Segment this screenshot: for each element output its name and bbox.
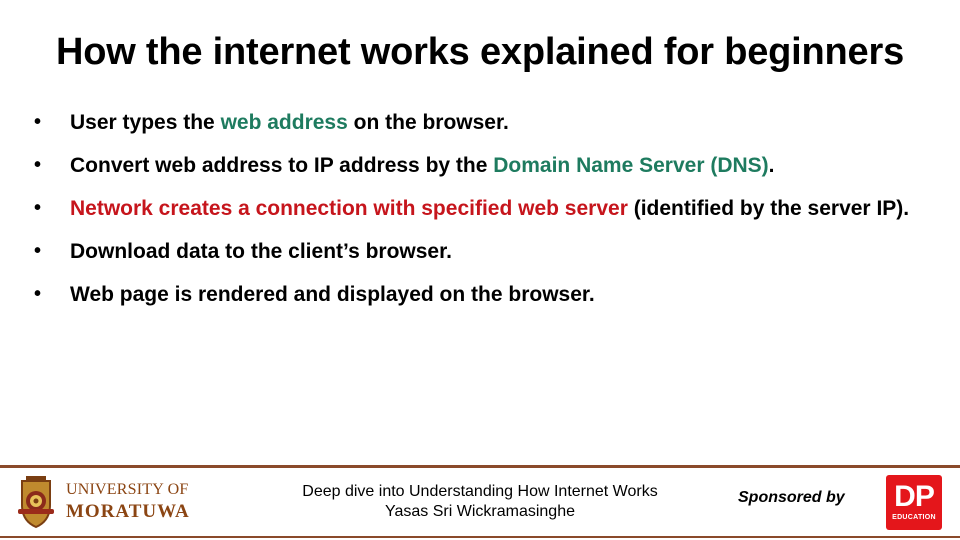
footer-divider-top <box>0 465 960 468</box>
author-name: Yasas Sri Wickramasinghe <box>385 503 575 520</box>
bullet-item: • Web page is rendered and displayed on … <box>34 273 934 316</box>
highlight-green: web address <box>220 111 348 134</box>
dp-logo-main: DP <box>894 480 935 513</box>
slide: How the internet works explained for beg… <box>0 0 960 540</box>
text-segment: Convert web address to IP address by the <box>70 154 494 177</box>
university-name-line1: UNIVERSITY OF <box>66 481 189 498</box>
bullet-marker: • <box>34 197 42 219</box>
dp-education-logo: DP EDUCATION <box>886 475 942 530</box>
university-name: UNIVERSITY OF MORATUWA <box>66 480 190 524</box>
bullet-item: • User types the web address on the brow… <box>34 101 934 144</box>
slide-title: How the internet works explained for beg… <box>55 31 905 73</box>
course-title: Deep dive into Understanding How Interne… <box>302 483 658 500</box>
text-segment: on the browser. <box>347 111 509 134</box>
university-name-line2: MORATUWA <box>66 501 190 522</box>
bullet-text: Network creates a connection with specif… <box>70 197 909 220</box>
bullet-item: • Convert web address to IP address by t… <box>34 144 934 187</box>
bullet-item: • Download data to the client’s browser. <box>34 230 934 273</box>
bullet-item: • Network creates a connection with spec… <box>34 187 934 230</box>
highlight-green: Domain Name Server (DNS) <box>493 154 769 177</box>
bullet-marker: • <box>34 111 42 133</box>
bullet-text: Download data to the client’s browser. <box>70 240 452 263</box>
footer-divider-bottom <box>0 536 960 538</box>
footer-course-info: Deep dive into Understanding How Interne… <box>260 482 700 522</box>
dp-logo-sub: EDUCATION <box>892 514 936 521</box>
bullet-list: • User types the web address on the brow… <box>34 101 934 316</box>
bullet-text: Convert web address to IP address by the… <box>70 154 775 177</box>
bullet-marker: • <box>34 283 42 305</box>
sponsored-by-label: Sponsored by <box>738 489 845 506</box>
text-segment: (identified by the server IP). <box>627 197 910 220</box>
text-segment: User types the <box>70 111 221 134</box>
text-segment: . <box>768 154 775 177</box>
bullet-marker: • <box>34 154 42 176</box>
highlight-red: Network creates a connection with specif… <box>70 197 628 220</box>
bullet-marker: • <box>34 240 42 262</box>
bullet-text: Web page is rendered and displayed on th… <box>70 283 595 306</box>
bullet-text: User types the web address on the browse… <box>70 111 509 134</box>
university-crest-icon <box>14 475 58 529</box>
